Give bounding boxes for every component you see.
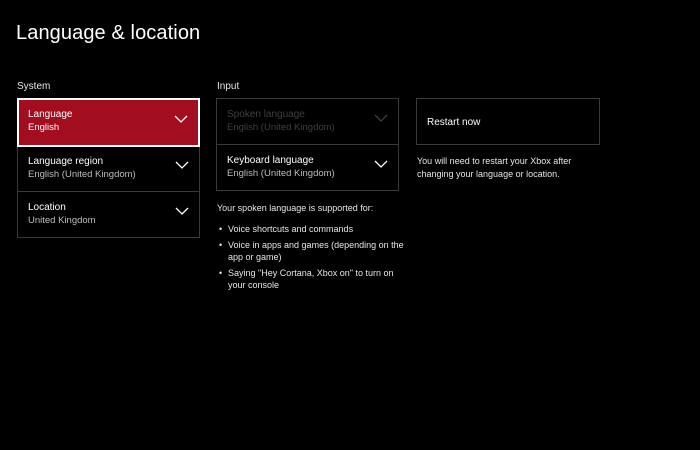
bullet-icon: • [219,224,223,234]
list-item: • Voice shortcuts and commands [219,223,404,235]
chevron-down-icon [175,161,189,171]
bullet-icon: • [219,240,223,250]
language-value: English [28,122,60,133]
language-dropdown[interactable]: Language English [17,98,200,147]
spoken-support-list: • Voice shortcuts and commands • Voice in … [219,223,404,295]
system-section-header: System [17,81,51,92]
keyboard-language-dropdown[interactable]: Keyboard language English (United Kingdo… [216,144,399,191]
list-item: • Saying "Hey Cortana, Xbox on" to turn o… [219,267,404,291]
chevron-down-icon [174,115,188,125]
input-settings-list: Spoken language English (United Kingdom)… [216,98,399,191]
bullet-icon: • [219,268,223,278]
spoken-language-label: Spoken language [227,109,305,120]
language-region-dropdown[interactable]: Language region English (United Kingdom) [17,145,200,192]
spoken-language-value: English (United Kingdom) [227,122,335,133]
location-value: United Kingdom [28,215,96,226]
input-section-header: Input [217,81,240,92]
language-region-label: Language region [28,156,104,167]
keyboard-language-label: Keyboard language [227,155,314,166]
restart-note: You will need to restart your Xbox after… [417,156,572,179]
list-item-text: Voice shortcuts and commands [228,224,354,234]
location-label: Location [28,202,66,213]
keyboard-language-value: English (United Kingdom) [227,168,335,179]
list-item-text: Saying "Hey Cortana, Xbox on" to turn on… [228,268,394,290]
chevron-down-icon [374,114,388,124]
location-dropdown[interactable]: Location United Kingdom [17,191,200,238]
spoken-language-dropdown: Spoken language English (United Kingdom) [216,98,399,145]
restart-now-button[interactable]: Restart now [416,98,600,145]
spoken-support-intro: Your spoken language is supported for: [217,203,374,213]
list-item-text: Voice in apps and games (depending on th… [228,240,404,262]
chevron-down-icon [374,160,388,170]
chevron-down-icon [175,207,189,217]
system-settings-list: Language English Language region English… [17,98,200,238]
language-label: Language [28,109,73,120]
page-title: Language & location [16,22,201,44]
list-item: • Voice in apps and games (depending on t… [219,239,404,263]
language-region-value: English (United Kingdom) [28,169,136,180]
